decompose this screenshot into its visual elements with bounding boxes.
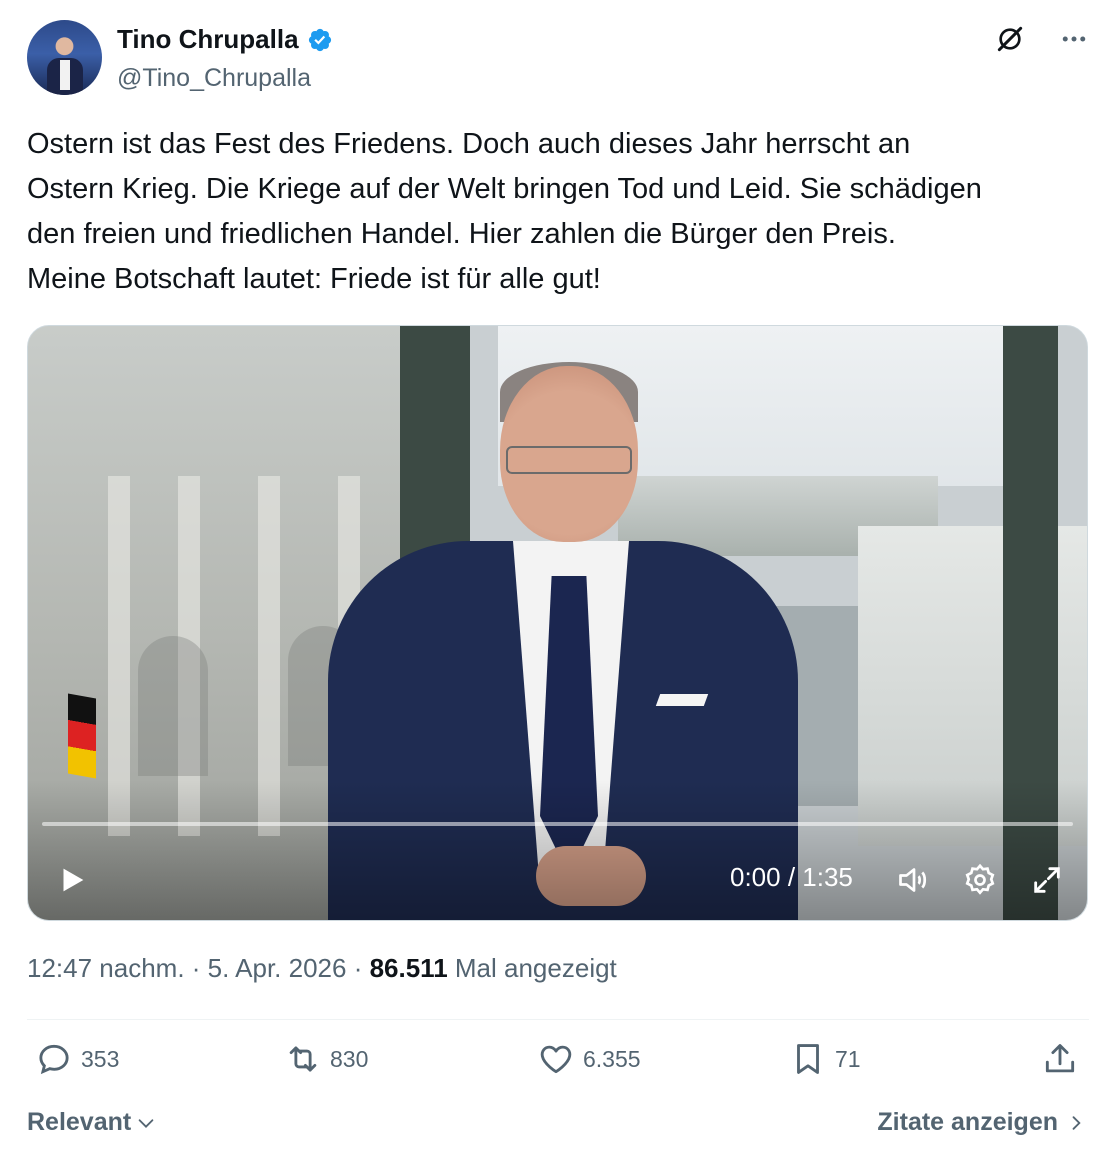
avatar[interactable] bbox=[27, 20, 102, 95]
tweet-line: Meine Botschaft lautet: Friede ist für a… bbox=[27, 263, 601, 295]
volume-icon[interactable] bbox=[894, 860, 934, 900]
repost-icon bbox=[289, 1046, 317, 1072]
share-button[interactable] bbox=[1041, 1040, 1079, 1078]
author-name[interactable]: Tino Chrupalla bbox=[117, 24, 299, 55]
tweet-line: den freien und friedlichen Handel. Hier … bbox=[27, 218, 896, 250]
tweet-line: Ostern ist das Fest des Friedens. Doch a… bbox=[27, 128, 911, 160]
tweet-time[interactable]: 12:47 nachm. bbox=[27, 953, 185, 983]
tweet-date[interactable]: 5. Apr. 2026 bbox=[208, 953, 347, 983]
reply-icon bbox=[39, 1044, 69, 1075]
view-count-label: Mal angezeigt bbox=[447, 953, 617, 983]
meta-separator: · bbox=[184, 953, 208, 983]
author-handle[interactable]: @Tino_Chrupalla bbox=[117, 64, 311, 93]
quotes-label: Zitate anzeigen bbox=[877, 1108, 1058, 1136]
heart-icon bbox=[540, 1045, 572, 1074]
chevron-down-icon bbox=[138, 1118, 154, 1128]
more-icon[interactable] bbox=[1057, 22, 1091, 56]
like-button[interactable]: 6.355 bbox=[537, 1040, 641, 1078]
header-actions bbox=[993, 22, 1091, 56]
repost-button[interactable]: 830 bbox=[284, 1040, 368, 1078]
tweet-text: Ostern ist das Fest des Friedens. Doch a… bbox=[27, 122, 1092, 302]
reply-count: 353 bbox=[81, 1045, 120, 1072]
sort-dropdown[interactable]: Relevant bbox=[27, 1108, 157, 1137]
tweet-line: Ostern Krieg. Die Kriege auf der Welt br… bbox=[27, 173, 982, 205]
bookmark-button[interactable]: 71 bbox=[789, 1040, 861, 1078]
view-quotes-link[interactable]: Zitate anzeigen bbox=[877, 1108, 1086, 1137]
reply-button[interactable]: 353 bbox=[35, 1040, 119, 1078]
author-name-line: Tino Chrupalla bbox=[117, 24, 333, 55]
play-icon[interactable] bbox=[52, 860, 92, 900]
chevron-right-icon bbox=[1072, 1115, 1081, 1130]
tweet-header: Tino Chrupalla @Tino_Chrupalla bbox=[27, 20, 1091, 100]
video-progress-bar[interactable] bbox=[42, 822, 1073, 826]
repost-count: 830 bbox=[330, 1045, 369, 1072]
divider bbox=[27, 1019, 1089, 1020]
settings-icon[interactable] bbox=[960, 860, 1000, 900]
like-count: 6.355 bbox=[583, 1045, 641, 1072]
bookmark-icon bbox=[797, 1044, 819, 1074]
verified-badge-icon bbox=[308, 28, 331, 51]
grok-icon[interactable] bbox=[993, 22, 1027, 56]
flag bbox=[68, 693, 96, 779]
bookmark-count: 71 bbox=[835, 1045, 861, 1072]
video-player[interactable]: 0:00 / 1:35 bbox=[27, 325, 1088, 921]
share-icon bbox=[1045, 1044, 1075, 1073]
fullscreen-icon[interactable] bbox=[1027, 860, 1067, 900]
view-count: 86.511 bbox=[369, 953, 448, 983]
video-time: 0:00 / 1:35 bbox=[730, 862, 853, 892]
sort-label: Relevant bbox=[27, 1108, 132, 1136]
meta-separator: · bbox=[346, 953, 370, 983]
tweet-meta: 12:47 nachm. · 5. Apr. 2026 · 86.511 Mal… bbox=[27, 953, 617, 984]
tweet-actions: 353 830 6.355 71 bbox=[27, 1040, 1089, 1100]
